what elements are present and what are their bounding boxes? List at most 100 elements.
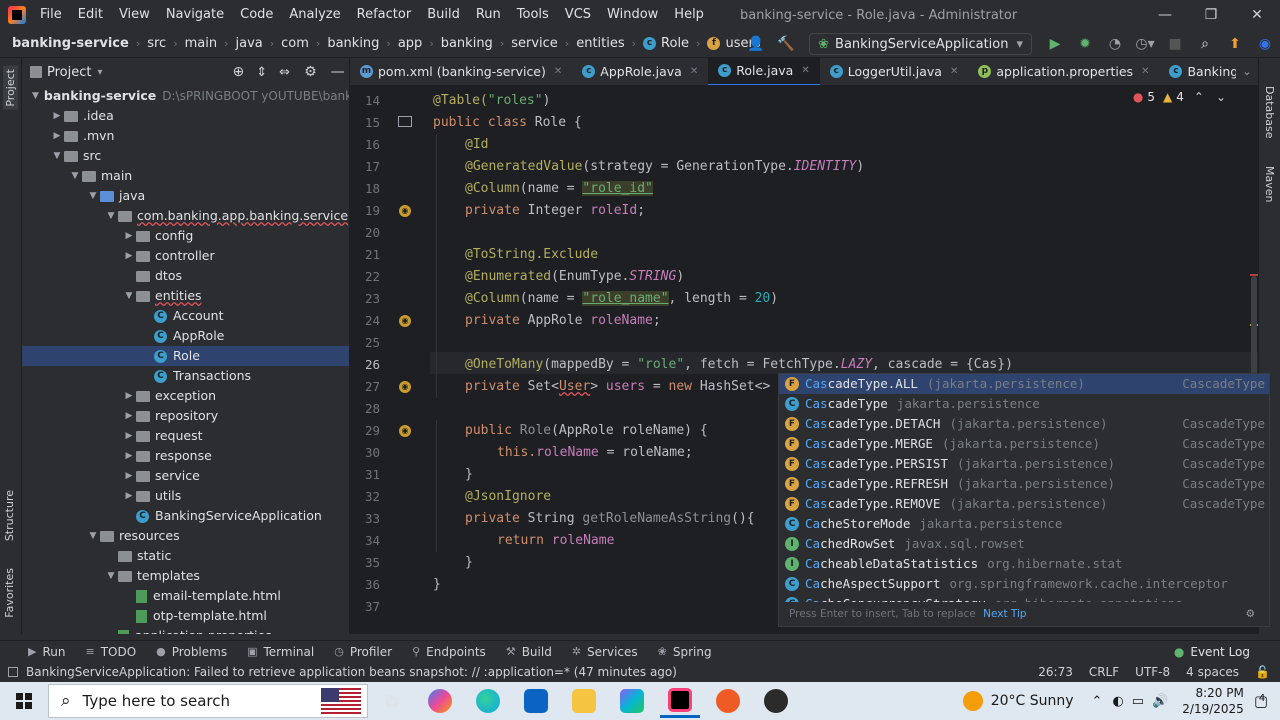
status-toggle-icon[interactable] — [8, 667, 18, 677]
edge-icon[interactable] — [468, 684, 508, 718]
gutter-bean-icon[interactable]: ◉ — [399, 381, 411, 393]
toolwindow-services[interactable]: ✲ Services — [572, 645, 638, 659]
toolwindow-spring[interactable]: ❀ Spring — [658, 645, 712, 659]
prev-highlight-icon[interactable]: ⌃ — [1194, 90, 1204, 104]
toolwindow-run[interactable]: ▶ Run — [28, 645, 65, 659]
toolwindow-endpoints[interactable]: ⚲ Endpoints — [412, 645, 486, 659]
profile-icon[interactable]: ◷▾ — [1133, 32, 1157, 56]
toolwindow-terminal[interactable]: ▣ Terminal — [247, 645, 314, 659]
hide-icon[interactable]: — — [331, 64, 345, 80]
collapsed-arrow-icon[interactable]: ▶ — [122, 226, 136, 246]
tree-node-config[interactable]: ▶ config — [22, 226, 349, 246]
outlook-icon[interactable] — [516, 684, 556, 718]
gear-icon[interactable]: ⚙ — [304, 64, 317, 80]
expanded-arrow-icon[interactable]: ▼ — [32, 86, 39, 106]
tree-node-java[interactable]: ▼ java — [22, 186, 349, 206]
expanded-arrow-icon[interactable]: ▼ — [104, 206, 118, 226]
collapsed-arrow-icon[interactable]: ▶ — [50, 126, 64, 146]
tree-node-application-properties[interactable]: application.properties — [22, 626, 349, 634]
gutter-bean-icon[interactable]: ◉ — [399, 425, 411, 437]
line-separator[interactable]: CRLF — [1089, 665, 1119, 679]
breadcrumb-item[interactable]: app — [398, 36, 422, 51]
collapsed-arrow-icon[interactable]: ▶ — [122, 466, 136, 486]
tree-node-request[interactable]: ▶ request — [22, 426, 349, 446]
expanded-arrow-icon[interactable]: ▼ — [86, 186, 100, 206]
locate-icon[interactable]: ⊕ — [233, 64, 245, 80]
tabs-overflow-icon[interactable]: ⌄ — [1236, 60, 1258, 84]
intellij-taskbar-icon[interactable] — [660, 684, 700, 718]
menu-edit[interactable]: Edit — [70, 0, 111, 30]
next-tip-link[interactable]: Next Tip — [983, 608, 1026, 620]
close-tab-icon[interactable]: ✕ — [554, 66, 562, 77]
completion-item[interactable]: F Cas cadeType.PERSIST (jakarta.persistence… — [779, 454, 1269, 474]
menu-tools[interactable]: Tools — [509, 0, 557, 30]
stop-icon[interactable]: ■ — [1163, 32, 1187, 56]
indent-setting[interactable]: 4 spaces — [1186, 665, 1239, 679]
copilot-icon[interactable] — [420, 684, 460, 718]
completion-item[interactable]: C Ca cheStoreMode jakarta.persistence — [779, 514, 1269, 534]
minimize-icon[interactable]: — — [1142, 0, 1188, 30]
menu-vcs[interactable]: VCS — [557, 0, 599, 30]
file-explorer-icon[interactable] — [564, 684, 604, 718]
completion-item[interactable]: C Cas cadeType jakarta.persistence — [779, 394, 1269, 414]
tree-node-com-banking-app-banking-service[interactable]: ▼ com.banking.app.banking.service — [22, 206, 349, 226]
database-tool-button[interactable]: Database — [1263, 86, 1276, 139]
toolwindow-todo[interactable]: ≡ TODO — [85, 645, 136, 659]
breadcrumb-item[interactable]: banking — [441, 36, 493, 51]
close-tab-icon[interactable]: ✕ — [950, 66, 958, 77]
completion-item[interactable]: C Ca cheAspectSupport org.springframework.c… — [779, 574, 1269, 594]
network-icon[interactable]: ▭ — [1132, 694, 1144, 709]
coverage-icon[interactable]: ◔ — [1103, 32, 1127, 56]
menu-code[interactable]: Code — [232, 0, 281, 30]
menu-build[interactable]: Build — [419, 0, 468, 30]
tree-node-main[interactable]: ▼ main — [22, 166, 349, 186]
expand-all-icon[interactable]: ⇕ — [256, 65, 267, 80]
menu-refactor[interactable]: Refactor — [349, 0, 420, 30]
favorites-tool-button[interactable]: Favorites — [3, 568, 16, 618]
tree-node-account[interactable]: C Account — [22, 306, 349, 326]
breadcrumb-item[interactable]: banking — [327, 36, 379, 51]
obs-icon[interactable] — [756, 684, 796, 718]
completion-item[interactable]: F Cas cadeType.REFRESH (jakarta.persistence… — [779, 474, 1269, 494]
file-encoding[interactable]: UTF-8 — [1135, 665, 1170, 679]
menu-navigate[interactable]: Navigate — [158, 0, 232, 30]
menu-window[interactable]: Window — [599, 0, 666, 30]
tree-node-banking-service[interactable]: ▼ banking-service D:\sPRINGBOOT yOUTUBE\ba… — [22, 86, 349, 106]
project-tool-button[interactable]: Project — [3, 66, 18, 110]
user-icon[interactable]: 👤 — [744, 32, 768, 56]
jetbrains-ai-icon[interactable]: ◉ — [1253, 32, 1277, 56]
tree-node-otp-template-html[interactable]: otp-template.html — [22, 606, 349, 626]
tree-node-dtos[interactable]: dtos — [22, 266, 349, 286]
collapsed-arrow-icon[interactable]: ▶ — [122, 446, 136, 466]
completion-item[interactable]: I Ca cheableDataStatistics org.hibernate.st… — [779, 554, 1269, 574]
event-log-button[interactable]: ● Event Log — [1174, 645, 1250, 659]
menu-file[interactable]: File — [32, 0, 70, 30]
tree-node-approle[interactable]: C AppRole — [22, 326, 349, 346]
tree-node-static[interactable]: static — [22, 546, 349, 566]
collapse-all-icon[interactable]: ⇔ — [279, 65, 290, 80]
weather-text[interactable]: 20°C Sunny — [991, 693, 1074, 709]
postman-icon[interactable] — [708, 684, 748, 718]
breadcrumb-item[interactable]: entities — [576, 36, 624, 51]
collapsed-arrow-icon[interactable]: ▶ — [122, 406, 136, 426]
code-completion-popup[interactable]: F Cas cadeType.ALL (jakarta.persistence) Cas… — [778, 373, 1270, 627]
completion-item[interactable]: F Cas cadeType.REMOVE (jakarta.persistence)… — [779, 494, 1269, 514]
close-tab-icon[interactable]: ✕ — [801, 65, 809, 76]
debug-icon[interactable]: ✹ — [1073, 32, 1097, 56]
tree-node-entities[interactable]: ▼ entities — [22, 286, 349, 306]
status-message[interactable]: BankingServiceApplication: Failed to ret… — [26, 665, 677, 679]
tab-approle-java[interactable]: c AppRole.java ✕ — [572, 58, 708, 85]
menu-analyze[interactable]: Analyze — [281, 0, 348, 30]
lock-icon[interactable]: 🔓 — [1255, 665, 1270, 679]
completion-item[interactable]: F Cas cadeType.ALL (jakarta.persistence) Cas… — [779, 374, 1269, 394]
chevron-down-icon[interactable]: ▾ — [97, 67, 102, 78]
expanded-arrow-icon[interactable]: ▼ — [86, 526, 100, 546]
toolwindow-profiler[interactable]: ◷ Profiler — [334, 645, 392, 659]
tree-node-email-template-html[interactable]: email-template.html — [22, 586, 349, 606]
gutter-bean-icon[interactable]: ◉ — [399, 205, 411, 217]
notification-icon[interactable]: ▢ 4 — [1254, 692, 1268, 710]
expanded-arrow-icon[interactable]: ▼ — [50, 146, 64, 166]
breadcrumb-item[interactable]: service — [511, 36, 558, 51]
table-gutter-icon[interactable] — [398, 116, 412, 127]
tree-node-resources[interactable]: ▼ resources — [22, 526, 349, 546]
